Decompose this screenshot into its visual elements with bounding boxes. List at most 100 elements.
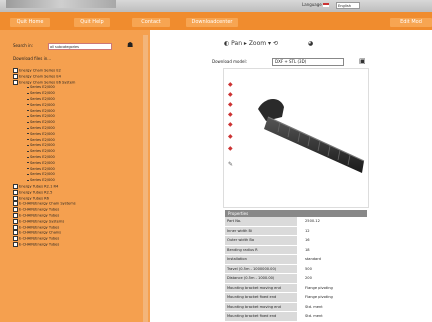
property-value[interactable]: 200 xyxy=(297,274,367,283)
tree-branch-icon[interactable] xyxy=(27,121,29,123)
nav-contact[interactable]: Contact xyxy=(132,18,170,27)
property-value[interactable]: 16 xyxy=(297,236,367,245)
property-value-text: Flange pivoting xyxy=(305,285,333,290)
tree-item-label: Series E2/000 xyxy=(30,143,55,148)
tree-branch-icon[interactable] xyxy=(27,133,29,135)
property-key: Travel (0.5m - 1000000.00) xyxy=(225,264,297,273)
tree-item-label: E-CHAIN/Energy Tubes xyxy=(19,225,60,230)
language-label: Language xyxy=(302,2,322,7)
tree-branch-icon[interactable] xyxy=(27,127,29,129)
property-value[interactable]: 18 xyxy=(297,246,367,255)
tree-item-label: Series E2/000 xyxy=(30,108,55,113)
download-icon[interactable]: ▣ xyxy=(359,57,366,65)
expand-icon[interactable] xyxy=(13,73,18,79)
property-value[interactable]: Flange pivoting xyxy=(297,284,367,293)
tree-item-label: Series E2/000 xyxy=(30,166,55,171)
tree-branch-icon[interactable] xyxy=(27,162,29,164)
tree-branch-icon[interactable] xyxy=(27,115,29,117)
property-value-text: 12 xyxy=(305,228,310,233)
flag-icon[interactable] xyxy=(323,3,329,7)
3d-model-viewer[interactable]: ◆ ◆ ◆ ◆ ◆ ◆ ◆ ✎ xyxy=(223,68,369,208)
tree-branch-icon[interactable] xyxy=(27,104,29,106)
tree-branch-icon[interactable] xyxy=(27,168,29,169)
expand-icon[interactable] xyxy=(13,201,18,207)
tree-branch-icon[interactable] xyxy=(27,139,29,140)
tree-branch-icon[interactable] xyxy=(27,150,29,152)
nav-downloadcenter[interactable]: Downloadcenter xyxy=(186,18,238,27)
expand-icon[interactable] xyxy=(13,224,18,230)
nav-quit-home[interactable]: Quit Home xyxy=(10,18,50,27)
viewer-toolbar[interactable]: ◐ Pan ▸ Zoom ▾ ⟲ ◕ xyxy=(224,40,313,47)
expand-icon[interactable] xyxy=(13,218,18,224)
nav-quit-help[interactable]: Quit Help xyxy=(74,18,110,27)
property-value[interactable]: 12 xyxy=(297,227,367,236)
property-value[interactable]: 2500.12 xyxy=(297,217,367,226)
expand-icon[interactable] xyxy=(13,68,18,73)
property-row: Inner width Bi 12 xyxy=(225,226,367,236)
tree-item-label: Series E2/000 xyxy=(30,178,55,183)
property-row: Bending radius R 18 xyxy=(225,245,367,255)
search-scope-select[interactable]: all subcategories xyxy=(48,43,112,50)
property-row: Outer width Ba 16 xyxy=(225,236,367,246)
search-label: Search in: xyxy=(13,43,34,48)
property-value[interactable]: Std. ment xyxy=(297,312,367,321)
tree-item-label: E-CHAIN/Energy Tubes xyxy=(19,236,60,241)
expand-icon[interactable] xyxy=(13,189,18,195)
property-value-text: 500 xyxy=(305,266,312,271)
properties-title: Properties xyxy=(225,210,367,217)
tree-branch-icon[interactable] xyxy=(27,156,29,158)
expand-icon[interactable] xyxy=(13,230,18,236)
expand-icon[interactable] xyxy=(13,212,18,218)
tree-item-label: E-CHAIN/Energy Chains xyxy=(19,230,62,235)
expand-icon[interactable] xyxy=(13,183,18,189)
tree-item-label: E-CHAIN/Energy Tubes xyxy=(19,242,60,247)
tree-branch-icon[interactable] xyxy=(27,92,29,94)
tree-branch-icon[interactable] xyxy=(27,98,29,100)
property-row: Mounting bracket fixed end Flange pivotin… xyxy=(225,293,367,303)
tree-item[interactable]: E-CHAIN/Energy Tubes xyxy=(13,241,143,248)
tree-branch-icon[interactable] xyxy=(27,110,29,111)
sidebar-scrollbar[interactable] xyxy=(143,35,148,322)
expand-icon[interactable] xyxy=(13,236,18,242)
search-scope-value: all subcategories xyxy=(50,45,79,49)
tree-branch-icon[interactable] xyxy=(27,179,29,181)
properties-table: Part No. 2500.12 Inner width Bi 12 Outer wid… xyxy=(225,217,367,322)
expand-icon[interactable] xyxy=(13,79,18,85)
property-value[interactable]: Flange pivoting xyxy=(297,293,367,302)
property-value[interactable]: standard xyxy=(297,255,367,264)
property-value[interactable]: 500 xyxy=(297,265,367,274)
tree-item-label: Series E2/000 xyxy=(30,154,55,159)
tree-branch-icon[interactable] xyxy=(27,86,29,88)
property-key: Mounting bracket moving end xyxy=(225,302,297,311)
property-value[interactable]: Std. ment xyxy=(297,303,367,312)
top-header-bar: Language English xyxy=(0,0,432,12)
tree-item-label: E-CHAIN/Energy Systems xyxy=(19,219,65,224)
property-key: Installation xyxy=(225,255,297,264)
expand-icon[interactable] xyxy=(13,195,18,201)
property-row: Distance (0.5m - 1000.00) 200 xyxy=(225,274,367,284)
download-format-select[interactable]: DXF + STL (3D) xyxy=(272,58,344,66)
tree-branch-icon[interactable] xyxy=(27,173,29,175)
nav-edit-mode[interactable]: Edit Mod xyxy=(390,18,432,27)
property-row: Travel (0.5m - 1000000.00) 500 xyxy=(225,264,367,274)
language-select[interactable]: English xyxy=(336,2,360,9)
property-row: Mounting bracket moving end Std. ment xyxy=(225,302,367,312)
property-value-text: 18 xyxy=(305,247,310,252)
expand-icon[interactable] xyxy=(13,241,18,247)
tree-branch-icon[interactable] xyxy=(27,144,29,146)
tree-item-label: Series E2/000 xyxy=(30,120,55,125)
screenshot-icon[interactable]: ◕ xyxy=(308,40,313,47)
toolbar-tools[interactable]: Pan ▸ Zoom ▾ ⟲ xyxy=(231,40,278,47)
property-key: Inner width Bi xyxy=(225,226,297,235)
property-key: Mounting bracket fixed end xyxy=(225,312,297,321)
rotate-icon[interactable]: ◐ xyxy=(224,40,229,47)
tree-item-label: E-CHAIN/Energy Tubes xyxy=(19,213,60,218)
search-icon[interactable]: ☗ xyxy=(127,41,133,49)
site-logo xyxy=(6,0,116,8)
tree-item-label: Series E2/000 xyxy=(30,149,55,154)
tree-item-label: Series E2/000 xyxy=(30,102,55,107)
tree-item-label: Series E2/000 xyxy=(30,160,55,165)
expand-icon[interactable] xyxy=(13,207,18,213)
sidebar-hint: Download files in... xyxy=(13,56,52,61)
tree-item-label: Energy Tubes R6 xyxy=(19,196,49,201)
